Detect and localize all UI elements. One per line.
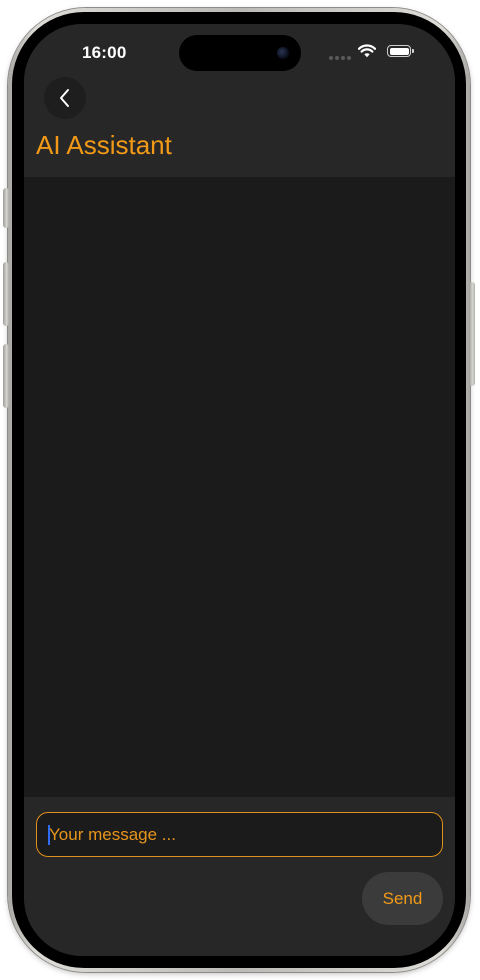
wifi-icon <box>358 44 376 58</box>
status-bar-time: 16:00 <box>82 43 127 62</box>
send-button[interactable]: Send <box>362 872 443 925</box>
message-input[interactable] <box>49 813 429 856</box>
action-button <box>3 188 9 228</box>
back-button[interactable] <box>44 77 86 119</box>
app-screen: 16:00 AI Assistant Send <box>24 24 455 956</box>
chevron-left-icon <box>60 89 69 107</box>
volume-down-button <box>3 344 9 408</box>
volume-up-button <box>3 262 9 326</box>
power-button <box>469 282 475 386</box>
dynamic-island <box>179 35 301 71</box>
message-input-container[interactable] <box>36 812 443 857</box>
message-composer: Send <box>24 797 455 956</box>
battery-cap <box>412 49 414 53</box>
app-header: 16:00 AI Assistant <box>24 24 455 177</box>
chat-message-area <box>24 177 455 797</box>
front-camera-icon <box>277 47 289 59</box>
battery-icon <box>387 45 411 57</box>
page-title: AI Assistant <box>36 130 172 160</box>
cellular-signal-icon <box>329 56 351 60</box>
